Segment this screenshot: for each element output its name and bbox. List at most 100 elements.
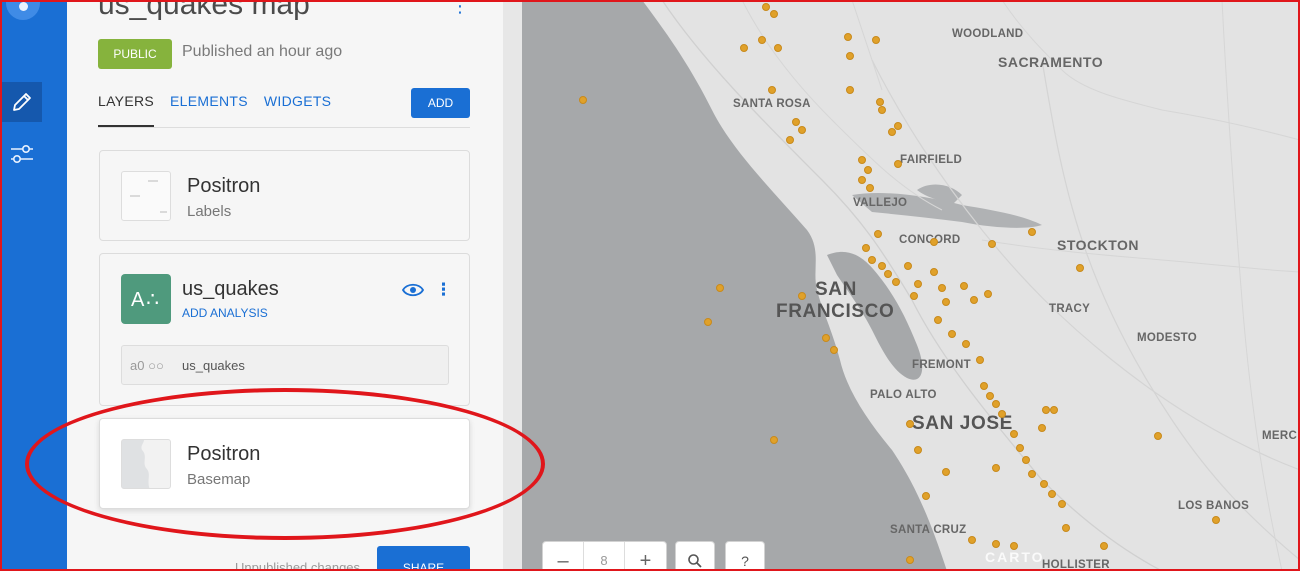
- add-analysis-link[interactable]: ADD ANALYSIS: [182, 306, 268, 320]
- logo-icon[interactable]: [6, 0, 40, 20]
- quake-marker[interactable]: [770, 436, 778, 444]
- settings-sliders-icon[interactable]: [2, 134, 42, 174]
- quake-marker[interactable]: [846, 52, 854, 60]
- quake-marker[interactable]: [758, 36, 766, 44]
- quake-marker[interactable]: [942, 468, 950, 476]
- quake-marker[interactable]: [864, 166, 872, 174]
- quake-marker[interactable]: [888, 128, 896, 136]
- quake-marker[interactable]: [786, 136, 794, 144]
- quake-marker[interactable]: [844, 33, 852, 41]
- quake-marker[interactable]: [984, 290, 992, 298]
- quake-marker[interactable]: [866, 184, 874, 192]
- quake-marker[interactable]: [1042, 406, 1050, 414]
- quake-marker[interactable]: [868, 256, 876, 264]
- quake-marker[interactable]: [716, 284, 724, 292]
- quake-marker[interactable]: [1062, 524, 1070, 532]
- quake-marker[interactable]: [1028, 228, 1036, 236]
- map-search-icon[interactable]: [675, 541, 715, 571]
- quake-marker[interactable]: [858, 176, 866, 184]
- quake-marker[interactable]: [792, 118, 800, 126]
- quake-marker[interactable]: [942, 298, 950, 306]
- quake-marker[interactable]: [922, 492, 930, 500]
- quake-marker[interactable]: [798, 292, 806, 300]
- quake-marker[interactable]: [579, 96, 587, 104]
- share-button[interactable]: SHARE: [377, 546, 470, 571]
- tab-elements[interactable]: ELEMENTS: [170, 93, 248, 127]
- add-layer-button[interactable]: ADD: [411, 88, 470, 118]
- quake-marker[interactable]: [992, 400, 1000, 408]
- visibility-eye-icon[interactable]: [401, 282, 425, 302]
- quake-marker[interactable]: [986, 392, 994, 400]
- quake-marker[interactable]: [822, 334, 830, 342]
- privacy-badge[interactable]: PUBLIC: [98, 39, 172, 69]
- basemap-layer-card[interactable]: Positron Basemap: [99, 418, 470, 509]
- quake-marker[interactable]: [1022, 456, 1030, 464]
- quake-marker[interactable]: [878, 106, 886, 114]
- quake-marker[interactable]: [830, 346, 838, 354]
- quake-marker[interactable]: [774, 44, 782, 52]
- quake-marker[interactable]: [930, 238, 938, 246]
- quake-marker[interactable]: [1100, 542, 1108, 550]
- quake-marker[interactable]: [992, 540, 1000, 548]
- quake-marker[interactable]: [846, 86, 854, 94]
- quake-marker[interactable]: [968, 536, 976, 544]
- quake-marker[interactable]: [934, 316, 942, 324]
- layer-source-node[interactable]: a0 ○○ us_quakes: [121, 345, 449, 385]
- quake-marker[interactable]: [858, 156, 866, 164]
- layer-options-kebab-icon[interactable]: ⋮: [435, 282, 452, 299]
- quake-marker[interactable]: [1040, 480, 1048, 488]
- quake-marker[interactable]: [948, 330, 956, 338]
- edit-pencil-icon[interactable]: [2, 82, 42, 122]
- quake-marker[interactable]: [704, 318, 712, 326]
- quake-marker[interactable]: [798, 126, 806, 134]
- quake-marker[interactable]: [1154, 432, 1162, 440]
- quake-marker[interactable]: [1050, 406, 1058, 414]
- quake-marker[interactable]: [878, 262, 886, 270]
- quake-marker[interactable]: [884, 270, 892, 278]
- quake-marker[interactable]: [914, 280, 922, 288]
- zoom-in-button[interactable]: +: [625, 542, 666, 571]
- help-button[interactable]: ?: [725, 541, 765, 571]
- carto-attribution[interactable]: CARTO: [985, 549, 1045, 565]
- quake-marker[interactable]: [770, 10, 778, 18]
- labels-layer-card[interactable]: Positron Labels: [99, 150, 470, 241]
- quake-marker[interactable]: [904, 262, 912, 270]
- quake-marker[interactable]: [1010, 430, 1018, 438]
- quake-marker[interactable]: [1016, 444, 1024, 452]
- quake-marker[interactable]: [1058, 500, 1066, 508]
- quake-marker[interactable]: [1048, 490, 1056, 498]
- quake-marker[interactable]: [1076, 264, 1084, 272]
- quake-marker[interactable]: [970, 296, 978, 304]
- map-title[interactable]: us_quakes map: [98, 0, 310, 22]
- data-layer-name[interactable]: us_quakes: [182, 278, 279, 301]
- quake-marker[interactable]: [930, 268, 938, 276]
- quake-marker[interactable]: [892, 278, 900, 286]
- quake-marker[interactable]: [874, 230, 882, 238]
- quake-marker[interactable]: [740, 44, 748, 52]
- quake-marker[interactable]: [906, 420, 914, 428]
- quake-marker[interactable]: [762, 3, 770, 11]
- quake-marker[interactable]: [976, 356, 984, 364]
- quake-marker[interactable]: [988, 240, 996, 248]
- quake-marker[interactable]: [768, 86, 776, 94]
- quake-marker[interactable]: [872, 36, 880, 44]
- quake-marker[interactable]: [1028, 470, 1036, 478]
- map-options-kebab-icon[interactable]: ⋮: [451, 0, 469, 17]
- quake-marker[interactable]: [998, 410, 1006, 418]
- data-layer-card[interactable]: A∴ us_quakes ADD ANALYSIS ⋮ a0 ○○ us_qua…: [99, 253, 470, 406]
- zoom-out-button[interactable]: –: [543, 542, 584, 571]
- quake-marker[interactable]: [1038, 424, 1046, 432]
- tab-layers[interactable]: LAYERS: [98, 93, 155, 127]
- quake-marker[interactable]: [906, 556, 914, 564]
- quake-marker[interactable]: [876, 98, 884, 106]
- tab-widgets[interactable]: WIDGETS: [264, 93, 331, 127]
- quake-marker[interactable]: [862, 244, 870, 252]
- quake-marker[interactable]: [980, 382, 988, 390]
- quake-marker[interactable]: [938, 284, 946, 292]
- quake-marker[interactable]: [910, 292, 918, 300]
- map-canvas[interactable]: WOODLAND SACRAMENTO SANTA ROSA FAIRFIELD…: [522, 0, 1300, 571]
- quake-marker[interactable]: [992, 464, 1000, 472]
- quake-marker[interactable]: [960, 282, 968, 290]
- quake-marker[interactable]: [962, 340, 970, 348]
- quake-marker[interactable]: [894, 160, 902, 168]
